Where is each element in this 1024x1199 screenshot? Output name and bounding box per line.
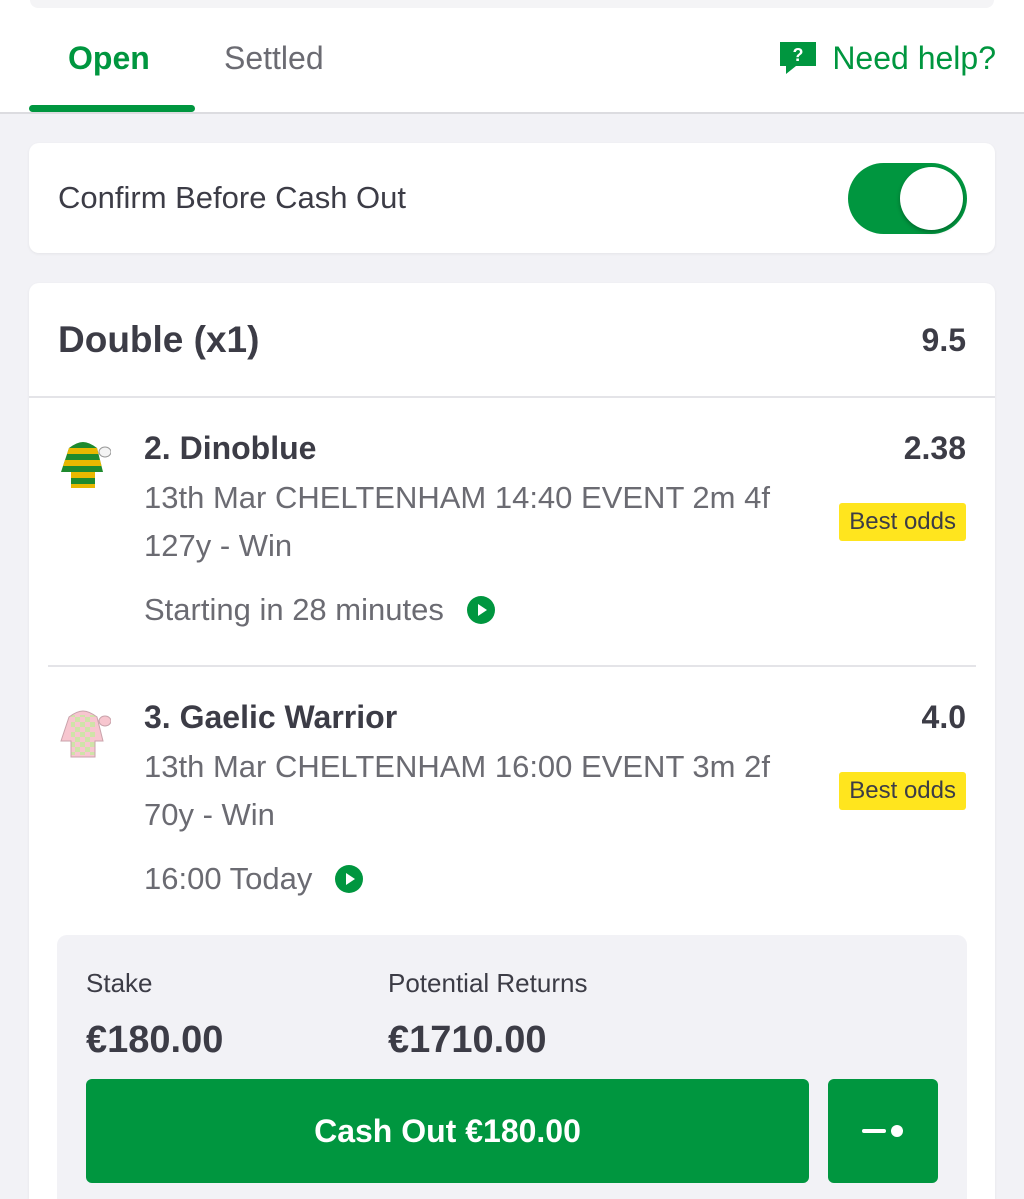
divider [29,396,995,398]
selection-status: Starting in 28 minutes [144,590,496,630]
green-gold-hoops-silks-icon [61,442,111,488]
toggle-knob [900,167,963,230]
divider [48,665,976,667]
selection-status-text: 16:00 Today [144,861,313,896]
stake-value: €180.00 [86,1019,224,1061]
play-icon[interactable] [466,595,496,625]
selection-price: 4.0 [921,699,966,735]
confirm-cash-out-card: Confirm Before Cash Out [29,143,995,253]
top-edge-strip [30,0,994,8]
selection-status-text: Starting in 28 minutes [144,592,444,627]
selection-status: 16:00 Today [144,859,364,899]
question-chat-icon: ? [780,42,817,74]
bet-total-odds: 9.5 [921,322,966,358]
selection-name: 2. Dinoblue [144,430,317,466]
svg-text:?: ? [793,45,804,65]
tab-open[interactable]: Open [68,38,150,78]
confirm-cash-out-label: Confirm Before Cash Out [58,180,407,215]
tab-settled[interactable]: Settled [224,38,324,78]
potential-returns-value: €1710.00 [388,1019,547,1061]
partial-cash-out-button[interactable] [828,1079,938,1183]
selection-description: 13th Mar CHELTENHAM 16:00 EVENT 3m 2f 70… [144,749,770,832]
pink-green-check-silks-icon [60,710,111,758]
active-tab-indicator [29,105,195,112]
best-odds-badge: Best odds [839,503,966,541]
cash-out-button[interactable]: Cash Out €180.00 [86,1079,809,1183]
stake-label: Stake [86,968,153,998]
need-help-label: Need help? [832,40,996,76]
potential-returns-label: Potential Returns [388,968,588,998]
play-icon[interactable] [334,864,364,894]
selection-price: 2.38 [903,430,966,466]
bet-tabs-header: Open Settled ? Need help? [0,0,1024,114]
selection-description: 13th Mar CHELTENHAM 14:40 EVENT 2m 4f 12… [144,480,770,563]
best-odds-badge: Best odds [839,772,966,810]
need-help-link[interactable]: ? Need help? [778,38,996,78]
bet-type-title: Double (x1) [58,319,260,360]
partial-cash-out-slider-icon [862,1125,903,1137]
selection-name: 3. Gaelic Warrior [144,699,398,735]
bet-summary-panel: Stake €180.00 Potential Returns €1710.00… [57,935,967,1199]
bet-card: Double (x1) 9.5 2. Dinoblue 13th Mar CHE… [29,283,995,1199]
confirm-cash-out-toggle[interactable] [848,163,967,234]
